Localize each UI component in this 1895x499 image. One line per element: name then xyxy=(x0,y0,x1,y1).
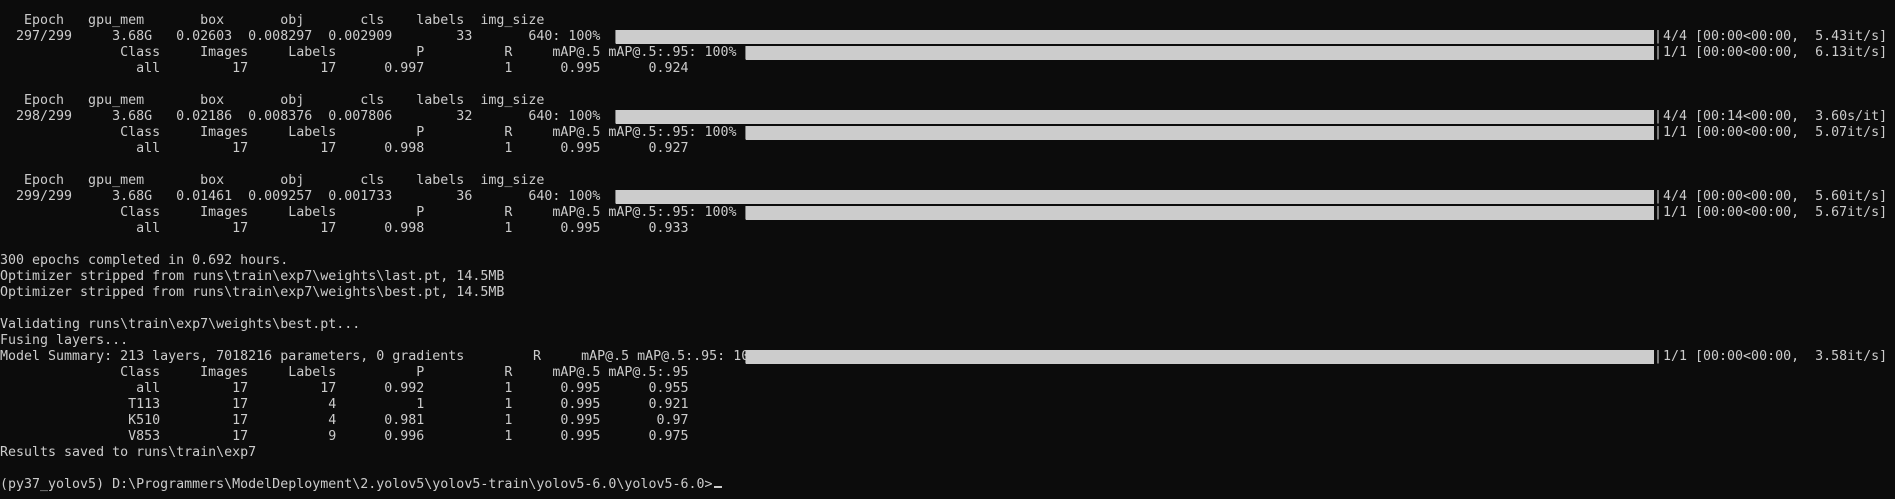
text-cursor xyxy=(714,486,723,488)
epoch-train-line: 297/299 3.68G 0.02603 0.008297 0.002909 … xyxy=(0,29,1888,44)
val-header-line: Class Images Labels P R mAP@.5 mAP@.5:.9… xyxy=(0,125,1888,140)
val-all-line: all 17 17 0.998 1 0.995 0.933 xyxy=(0,221,689,236)
model-summary-line: Model Summary: 213 layers, 7018216 param… xyxy=(0,349,1888,364)
val-progress-bar xyxy=(746,126,1654,140)
final-val-rate: 1/1 [00:00<00:00, 3.58it/s] xyxy=(1663,349,1888,364)
epochs-completed-line: 300 epochs completed in 0.692 hours. xyxy=(0,253,289,268)
class-row: K510 17 4 0.981 1 0.995 0.97 xyxy=(0,413,689,428)
epoch-train-line: 299/299 3.68G 0.01461 0.009257 0.001733 … xyxy=(0,189,1888,204)
val-all-line: all 17 17 0.998 1 0.995 0.927 xyxy=(0,141,689,156)
train-rate: 4/4 [00:00<00:00, 5.60it/s] xyxy=(1663,189,1888,204)
train-progress-bar xyxy=(616,190,1654,204)
val-header-line: Class Images Labels P R mAP@.5 mAP@.5:.9… xyxy=(0,45,1888,60)
val-rate: 1/1 [00:00<00:00, 5.07it/s] xyxy=(1663,125,1888,140)
epoch-train-stats: 299/299 3.68G 0.01461 0.009257 0.001733 … xyxy=(0,189,601,204)
terminal-window[interactable]: Epoch gpu_mem box obj cls labels img_siz… xyxy=(0,13,1895,499)
val-all-line: all 17 17 0.997 1 0.995 0.924 xyxy=(0,61,689,76)
epoch-header-line: Epoch gpu_mem box obj cls labels img_siz… xyxy=(0,93,545,108)
command-prompt[interactable]: (py37_yolov5) D:\Programmers\ModelDeploy… xyxy=(0,477,1895,493)
epoch-train-stats: 298/299 3.68G 0.02186 0.008376 0.007806 … xyxy=(0,109,601,124)
class-row: V853 17 9 0.996 1 0.995 0.975 xyxy=(0,429,689,444)
epoch-train-stats: 297/299 3.68G 0.02603 0.008297 0.002909 … xyxy=(0,29,601,44)
validating-line: Validating runs\train\exp7\weights\best.… xyxy=(0,317,361,332)
train-rate: 4/4 [00:14<00:00, 3.60s/it] xyxy=(1663,109,1888,124)
optimizer-stripped-best-line: Optimizer stripped from runs\train\exp7\… xyxy=(0,285,505,300)
prompt-text: (py37_yolov5) D:\Programmers\ModelDeploy… xyxy=(0,477,713,492)
final-val-progress-bar xyxy=(746,350,1654,364)
val-rate: 1/1 [00:00<00:00, 5.67it/s] xyxy=(1663,205,1888,220)
optimizer-stripped-last-line: Optimizer stripped from runs\train\exp7\… xyxy=(0,269,505,284)
class-header-line: Class Images Labels P R mAP@.5 mAP@.5:.9… xyxy=(0,365,689,380)
train-progress-bar xyxy=(616,110,1654,124)
val-header-line: Class Images Labels P R mAP@.5 mAP@.5:.9… xyxy=(0,205,1888,220)
val-rate: 1/1 [00:00<00:00, 6.13it/s] xyxy=(1663,45,1888,60)
fusing-line: Fusing layers... xyxy=(0,333,129,348)
results-saved-line: Results saved to runs\train\exp7 xyxy=(0,445,257,460)
epoch-train-line: 298/299 3.68G 0.02186 0.008376 0.007806 … xyxy=(0,109,1888,124)
epoch-header-line: Epoch gpu_mem box obj cls labels img_siz… xyxy=(0,13,545,28)
class-row: all 17 17 0.992 1 0.995 0.955 xyxy=(0,381,689,396)
epoch-header-line: Epoch gpu_mem box obj cls labels img_siz… xyxy=(0,173,545,188)
train-progress-bar xyxy=(616,30,1654,44)
val-progress-bar xyxy=(746,206,1654,220)
train-rate: 4/4 [00:00<00:00, 5.43it/s] xyxy=(1663,29,1888,44)
val-progress-bar xyxy=(746,46,1654,60)
class-row: T113 17 4 1 1 0.995 0.921 xyxy=(0,397,689,412)
